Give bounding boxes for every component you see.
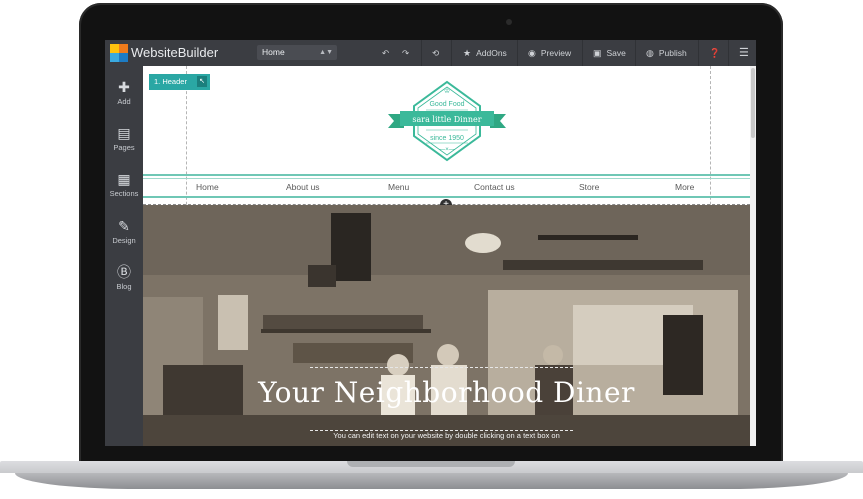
brand-name: WebsiteBuilder xyxy=(131,45,219,60)
nav-item-contact[interactable]: Contact us xyxy=(474,182,515,192)
undo-button[interactable]: ↶ xyxy=(382,40,389,66)
header-section-tag[interactable]: 1. Header ↖ xyxy=(149,74,210,90)
history-button[interactable]: ⟲ xyxy=(432,40,439,66)
sidebar-item-design[interactable]: ✎ Design xyxy=(105,219,143,245)
app-screen: WebsiteBuilder Home ▲▼ ↶ ↷ ⟲ ★ AddOns ◉ Pr… xyxy=(105,40,756,446)
floppy-icon: ▣ xyxy=(593,48,602,58)
nav-item-store[interactable]: Store xyxy=(579,182,599,192)
webcam xyxy=(506,19,512,25)
laptop-base xyxy=(0,461,863,499)
publish-button[interactable]: ◍ Publish xyxy=(646,40,687,66)
sidebar-item-blog[interactable]: Ⓑ Blog xyxy=(105,265,143,291)
brand-logo-icon xyxy=(110,44,129,63)
undo-icon: ↶ xyxy=(382,48,390,58)
menu-button[interactable]: ☰ xyxy=(739,40,749,66)
brush-icon: ✎ xyxy=(118,218,130,234)
crown-icon: ♔ xyxy=(444,87,450,95)
help-button[interactable]: ❓ xyxy=(709,40,720,66)
preview-button[interactable]: ◉ Preview xyxy=(528,40,571,66)
redo-icon: ↷ xyxy=(402,48,410,58)
blog-icon: Ⓑ xyxy=(117,264,131,280)
site-logo[interactable]: ♔ Good Food sara little Dinner since 195… xyxy=(382,76,512,166)
editor-canvas[interactable]: 1. Header ↖ ♔ Good Food sara little Dinn… xyxy=(143,66,750,446)
history-icon: ⟲ xyxy=(432,48,440,58)
hero-title[interactable]: Your Neighborhood Diner xyxy=(143,376,750,409)
sidebar-item-add[interactable]: ✚ Add xyxy=(105,80,143,106)
page-icon: ▤ xyxy=(117,125,131,141)
cursor-icon: ↖ xyxy=(197,76,207,87)
help-icon: ❓ xyxy=(709,48,721,58)
star-icon: ★ xyxy=(463,48,472,58)
scrollbar-thumb[interactable] xyxy=(751,68,755,138)
nav-item-home[interactable]: Home xyxy=(196,182,219,192)
logo-top-text: Good Food xyxy=(429,101,464,108)
logo-since-text: since 1950 xyxy=(430,135,464,142)
sidebar-item-pages[interactable]: ▤ Pages xyxy=(105,126,143,152)
page-select-value: Home xyxy=(262,47,285,57)
globe-icon: ◍ xyxy=(646,48,654,58)
nav-item-menu[interactable]: Menu xyxy=(388,182,409,192)
nav-item-about[interactable]: About us xyxy=(286,182,320,192)
eye-icon: ◉ xyxy=(528,48,536,58)
logo-ornament: —×— xyxy=(439,147,455,153)
vertical-scrollbar[interactable] xyxy=(750,66,756,446)
hero-section[interactable]: Your Neighborhood Diner You can edit tex… xyxy=(143,205,750,446)
redo-button[interactable]: ↷ xyxy=(402,40,409,66)
logo-ribbon-text: sara little Dinner xyxy=(412,115,481,124)
lid-notch xyxy=(347,461,515,467)
hero-subtitle[interactable]: You can edit text on your website by dou… xyxy=(143,431,750,440)
sections-icon: ▦ xyxy=(117,171,131,187)
left-sidebar: ✚ Add ▤ Pages ▦ Sections ✎ Design Ⓑ Blog xyxy=(105,66,143,446)
sidebar-item-sections[interactable]: ▦ Sections xyxy=(105,172,143,198)
top-toolbar: WebsiteBuilder Home ▲▼ ↶ ↷ ⟲ ★ AddOns ◉ Pr… xyxy=(105,40,756,66)
addons-button[interactable]: ★ AddOns xyxy=(463,40,507,66)
nav-item-more[interactable]: More xyxy=(675,182,694,192)
page-select[interactable]: Home ▲▼ xyxy=(257,45,337,60)
hamburger-icon: ☰ xyxy=(739,47,749,59)
plus-icon: ✚ xyxy=(118,79,130,95)
site-nav: Home About us Menu Contact us Store More xyxy=(143,174,750,198)
save-button[interactable]: ▣ Save xyxy=(593,40,626,66)
select-arrows-icon: ▲▼ xyxy=(319,49,333,56)
